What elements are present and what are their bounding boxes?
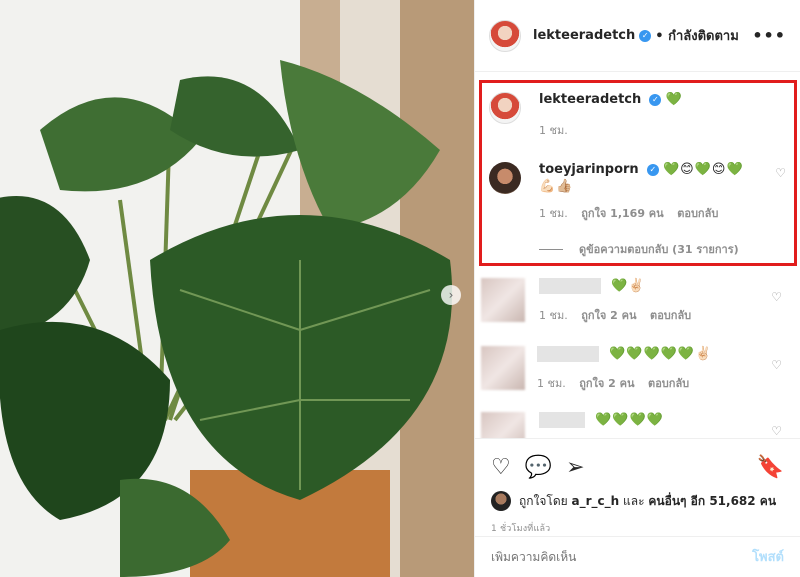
reply-button[interactable]: ตอบกลับ	[648, 377, 689, 390]
comment-text: 💚💚💚💚💚✌🏻	[609, 346, 713, 362]
author-username[interactable]: lekteeradetch	[533, 28, 635, 43]
verified-badge-icon: ✓	[639, 29, 652, 42]
post-photo[interactable]: ›	[0, 0, 474, 577]
comment-time[interactable]: 1 ชม.	[539, 124, 568, 137]
comment-time[interactable]: 1 ชม.	[539, 309, 568, 322]
comment-bubble-icon[interactable]: 💬	[525, 457, 552, 479]
comment-text: 💚	[665, 92, 683, 107]
likes-prefix: ถูกใจโดย	[519, 493, 568, 508]
liker-username[interactable]: a_r_c_h	[572, 494, 620, 508]
monstera-plant-image	[0, 0, 474, 577]
like-comment-heart-icon[interactable]: ♡	[775, 166, 786, 180]
comment-text-line2: 💪🏻👍🏼	[539, 179, 574, 194]
comment-item: toeyjarinporn ✓ 💚😊💚😊💚 💪🏻👍🏼 1 ชม. ถูกใจ 1…	[489, 162, 786, 258]
commenter-avatar[interactable]	[489, 162, 521, 194]
reply-button[interactable]: ตอบกลับ	[650, 309, 691, 322]
like-heart-icon[interactable]: ♡	[491, 457, 511, 479]
comment-likes[interactable]: ถูกใจ 2 คน	[581, 309, 636, 322]
commenter-avatar-blurred[interactable]	[481, 346, 525, 390]
following-status[interactable]: • กำลังติดตาม	[655, 25, 739, 46]
post-header: lekteeradetch ✓ • กำลังติดตาม •••	[475, 0, 800, 72]
view-replies-label: ดูข้อความตอบกลับ (31 รายการ)	[579, 243, 739, 256]
comment-time[interactable]: 1 ชม.	[537, 377, 566, 390]
commenter-avatar-blurred[interactable]	[481, 412, 525, 438]
comment-username-blurred[interactable]	[537, 346, 599, 362]
post-detail-panel: lekteeradetch ✓ • กำลังติดตาม ••• lektee…	[474, 0, 800, 577]
comment-text: 💚💚💚💚	[595, 412, 664, 428]
post-actions-section: ♡ 💬 ➢ 🔖 ถูกใจโดย a_r_c_h และ คนอื่นๆ อีก…	[475, 438, 800, 576]
comment-username-blurred[interactable]	[539, 412, 585, 428]
add-comment-input[interactable]	[491, 549, 753, 564]
divider	[539, 248, 563, 250]
comment-text: 💚😊💚😊💚	[662, 162, 744, 177]
post-comment-button[interactable]: โพสต์	[752, 546, 784, 567]
add-comment-bar: โพสต์	[475, 536, 800, 576]
verified-badge-icon: ✓	[649, 94, 662, 106]
comment-username[interactable]: lekteeradetch	[539, 92, 641, 107]
comment-username[interactable]: toeyjarinporn	[539, 162, 639, 177]
comment-item: 💚💚💚💚💚✌🏻 1 ชม. ถูกใจ 2 คน ตอบกลับ ♡	[481, 346, 786, 392]
save-bookmark-icon[interactable]: 🔖	[757, 457, 784, 479]
commenter-avatar[interactable]	[489, 92, 521, 124]
share-send-icon[interactable]: ➢	[566, 457, 584, 479]
comment-time[interactable]: 1 ชม.	[539, 207, 568, 220]
posted-time[interactable]: 1 ชั่วโมงที่แล้ว	[475, 521, 800, 535]
like-comment-heart-icon[interactable]: ♡	[771, 358, 782, 372]
likes-summary: ถูกใจโดย a_r_c_h และ คนอื่นๆ อีก 51,682 …	[475, 491, 800, 511]
commenter-avatar-blurred[interactable]	[481, 278, 525, 322]
view-replies-button[interactable]: ดูข้อความตอบกลับ (31 รายการ)	[539, 240, 786, 258]
like-comment-heart-icon[interactable]: ♡	[771, 290, 782, 304]
comment-text: 💚✌🏻	[611, 278, 646, 294]
comment-likes[interactable]: ถูกใจ 1,169 คน	[581, 207, 663, 220]
reply-button[interactable]: ตอบกลับ	[677, 207, 718, 220]
likes-others-count[interactable]: คนอื่นๆ อีก 51,682 คน	[648, 492, 776, 511]
likes-and: และ	[623, 493, 645, 508]
like-comment-heart-icon[interactable]: ♡	[771, 424, 782, 438]
comment-item: 💚💚💚💚 ♡	[481, 412, 786, 438]
comments-list[interactable]: lekteeradetch ✓ 💚 1 ชม. toeyjarinporn ✓ …	[475, 72, 800, 438]
comment-username-blurred[interactable]	[539, 278, 601, 294]
caption-comment: lekteeradetch ✓ 💚 1 ชม.	[489, 92, 786, 139]
verified-badge-icon: ✓	[646, 164, 659, 176]
liker-avatar[interactable]	[491, 491, 511, 511]
more-options-icon[interactable]: •••	[752, 26, 786, 45]
comment-item: 💚✌🏻 1 ชม. ถูกใจ 2 คน ตอบกลับ ♡	[481, 278, 786, 324]
next-photo-button[interactable]: ›	[441, 285, 461, 305]
author-avatar[interactable]	[489, 19, 521, 52]
comment-likes[interactable]: ถูกใจ 2 คน	[579, 377, 634, 390]
